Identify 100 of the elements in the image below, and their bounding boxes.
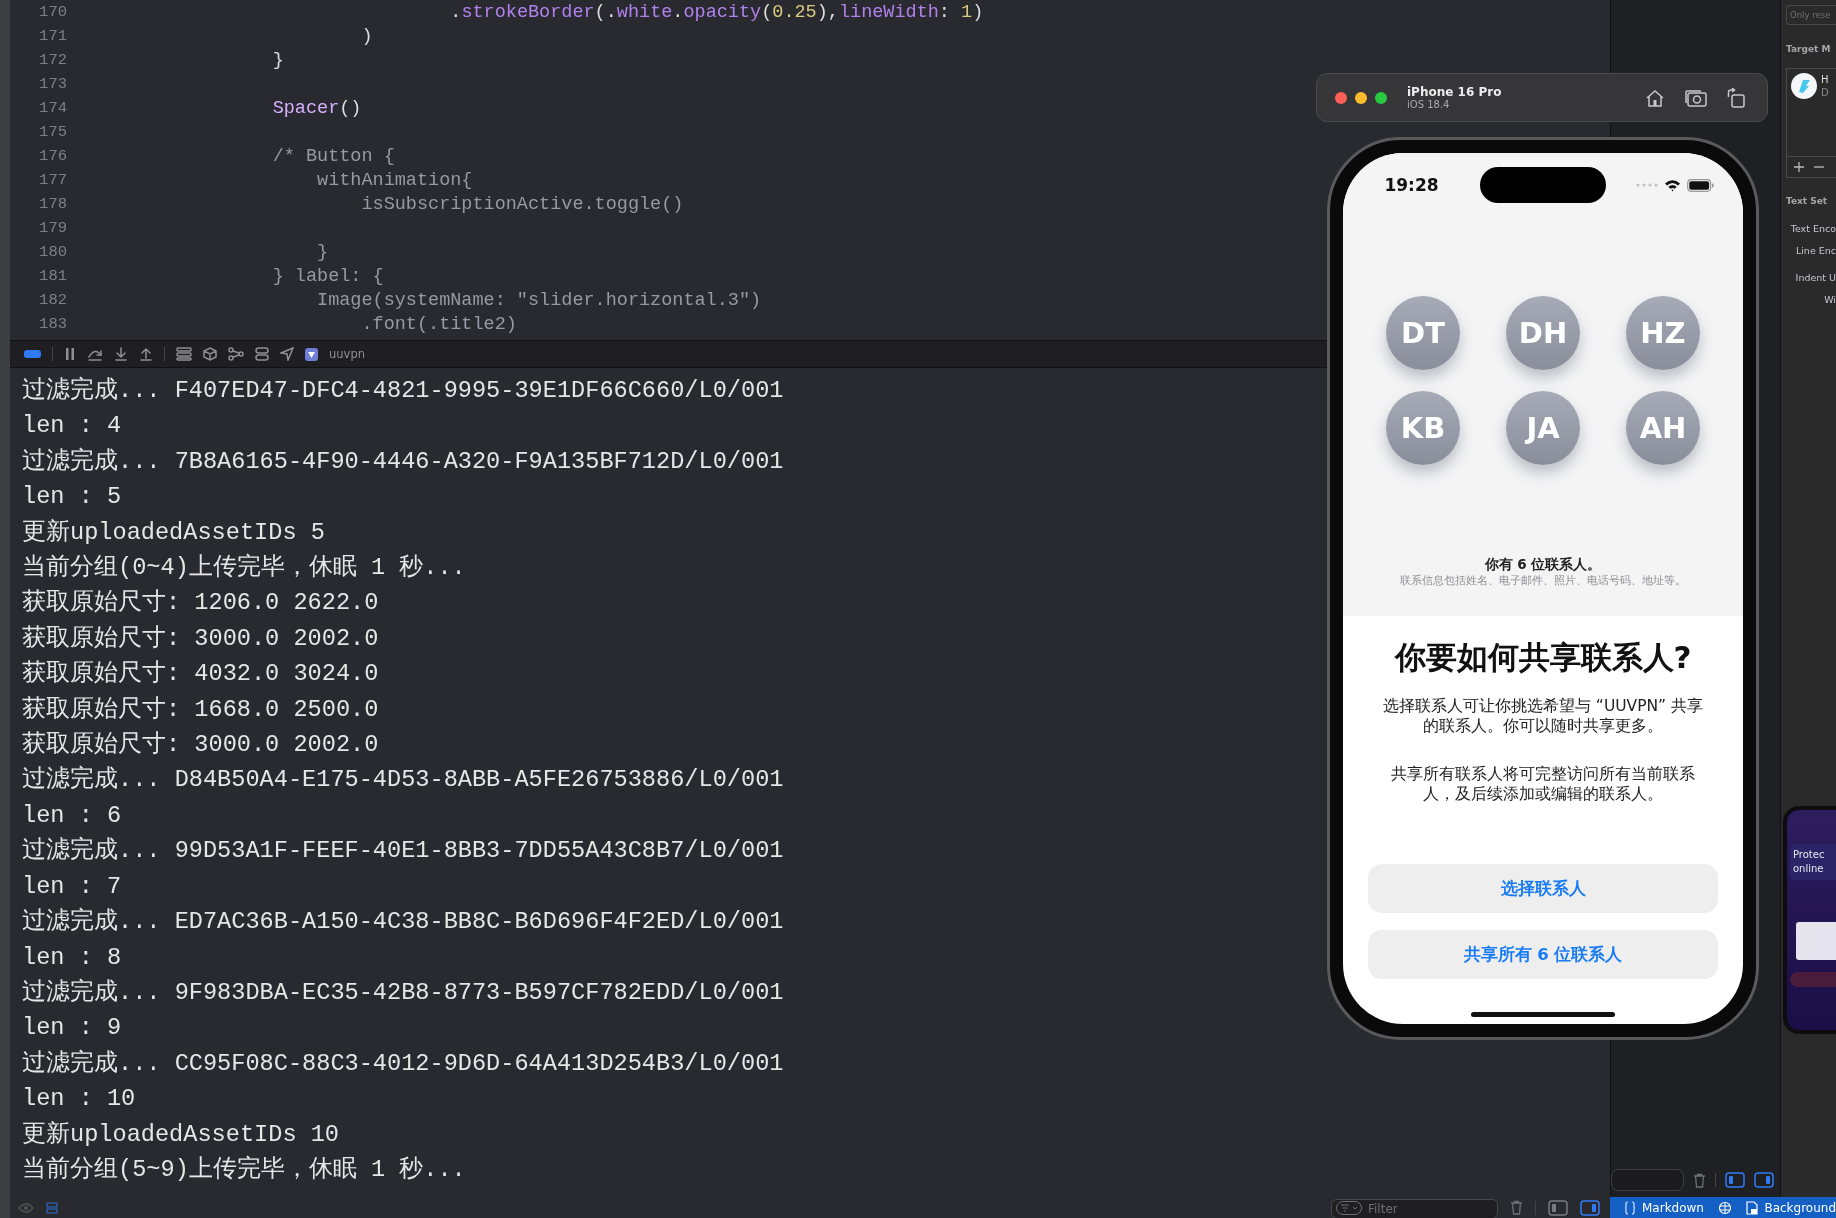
- line-number: 172: [38, 51, 67, 69]
- left-panel-icon[interactable]: [1725, 1172, 1745, 1188]
- sheet-title: 你要如何共享联系人?: [1394, 639, 1692, 675]
- console-line: 更新uploadedAssetIDs 10: [22, 1119, 339, 1150]
- target-name: H: [1821, 73, 1829, 86]
- close-button[interactable]: [1335, 91, 1347, 104]
- line-number: 178: [38, 195, 67, 213]
- share-option-button[interactable]: 共享所有 6 位联系人: [1368, 930, 1718, 979]
- app-icon: [305, 347, 318, 361]
- code-line: isSubscriptionActive.toggle(): [360, 193, 684, 215]
- contact-avatar: DT: [1386, 296, 1460, 370]
- console-line: len : 8: [22, 942, 122, 973]
- mode-label[interactable]: Background: [1764, 1200, 1836, 1215]
- step-out-icon[interactable]: [139, 347, 153, 361]
- console-line: 过滤完成... 9F983DBA-EC35-42B8-8773-B597CF782EDD/L0/001: [22, 977, 784, 1008]
- contact-avatar: HZ: [1626, 296, 1700, 370]
- contact-info-note: 联系信息包括姓名、电子邮件、照片、电话号码、地址等。: [1400, 573, 1686, 589]
- console-line: 过滤完成... D84B50A4-E175-4D53-8ABB-A5FE26753886/L0/001: [22, 764, 784, 796]
- line-number: 170: [38, 3, 67, 21]
- code-line: /* Button {: [271, 145, 395, 167]
- filter-field[interactable]: Filter: [1331, 1198, 1498, 1218]
- filter-field[interactable]: [1611, 1169, 1685, 1191]
- line-number: 174: [38, 99, 67, 117]
- contact-count: 你有 6 位联系人。: [1484, 555, 1602, 573]
- line-number: 171: [38, 27, 67, 45]
- signal-icon: [1635, 183, 1658, 187]
- console-line: 当前分组(0~4)上传完毕，休眠 1 秒...: [22, 552, 466, 584]
- setting-label: Indent U: [1795, 271, 1836, 285]
- console-line: 过滤完成... ED7AC36B-A150-4C38-BB8C-B6D696F4F2ED/L0/001: [22, 906, 784, 938]
- minimize-button[interactable]: [1355, 91, 1367, 104]
- right-panel-icon[interactable]: [1754, 1172, 1774, 1188]
- line-number: 175: [38, 123, 67, 141]
- console-line: 获取原始尺寸: 4032.0 3024.0: [22, 659, 379, 690]
- location-icon[interactable]: [280, 347, 294, 361]
- search-field[interactable]: Only rese: [1786, 5, 1836, 25]
- breakpoints-icon[interactable]: [24, 349, 41, 359]
- console-line: 获取原始尺寸: 1206.0 2622.0: [22, 588, 379, 619]
- console-line: 过滤完成... CC95F08C-88C3-4012-9D6D-64A413D254B3/L0/001: [22, 1048, 784, 1079]
- share-option-button[interactable]: 选择联系人: [1368, 864, 1718, 913]
- line-number: 179: [38, 219, 67, 237]
- add-icon[interactable]: [1794, 162, 1804, 172]
- preview-headline: online: [1793, 862, 1825, 876]
- setting-label: Wi: [1824, 293, 1836, 307]
- console-line: 过滤完成... 99D53A1F-FEEF-40E1-8BB3-7DD55A43C8B7/L0/001: [22, 835, 784, 867]
- view-hierarchy-icon[interactable]: [176, 347, 192, 361]
- braces-icon: [1624, 1200, 1636, 1215]
- line-number: 183: [38, 315, 67, 333]
- left-panel-icon[interactable]: [1548, 1199, 1568, 1216]
- code-line: ): [360, 25, 373, 47]
- code-line: Image(systemName: "slider.horizontal.3"): [316, 289, 762, 311]
- contact-avatar: DH: [1506, 296, 1580, 370]
- screenshot-icon[interactable]: [1685, 88, 1707, 107]
- console-line: len : 7: [22, 871, 122, 902]
- code-line: }: [316, 241, 329, 263]
- environment-icon[interactable]: [255, 347, 269, 361]
- setting-label: Text Enco: [1790, 222, 1836, 236]
- console-line: len : 5: [22, 482, 122, 513]
- console-line: len : 6: [22, 800, 122, 831]
- step-over-icon[interactable]: [87, 347, 103, 361]
- contact-avatar: JA: [1506, 391, 1580, 465]
- contact-avatar: KB: [1386, 391, 1460, 465]
- line-number: 182: [38, 291, 67, 309]
- section-title: Target M: [1786, 44, 1832, 56]
- language-label[interactable]: Markdown: [1642, 1200, 1704, 1215]
- code-line: .strokeBorder(.white.opacity(0.25),lineWidth: 1): [449, 1, 984, 23]
- target-label: uuvpn: [329, 347, 365, 361]
- line-number: 181: [38, 267, 67, 285]
- os-version: iOS 18.4: [1407, 99, 1451, 110]
- right-panel-icon[interactable]: [1580, 1199, 1600, 1216]
- code-line: } label: {: [271, 265, 384, 287]
- contact-avatar: AH: [1626, 391, 1700, 465]
- filter-icon[interactable]: [1336, 1200, 1362, 1215]
- console-line: 获取原始尺寸: 3000.0 2002.0: [22, 730, 379, 761]
- console-line: 获取原始尺寸: 1668.0 2500.0: [22, 694, 379, 725]
- description-text: 共享所有联系人将可完整访问所有当前联系人，及后续添加或编辑的联系人。: [1390, 764, 1696, 804]
- rotate-icon[interactable]: [1727, 87, 1745, 108]
- code-line: .font(.title2): [360, 313, 517, 335]
- target-detail: D: [1821, 86, 1829, 99]
- trash-icon[interactable]: [1693, 1172, 1707, 1188]
- console-line: len : 9: [22, 1013, 122, 1044]
- line-number: 177: [38, 171, 67, 189]
- network-icon[interactable]: [1718, 1200, 1733, 1215]
- zoom-button[interactable]: [1375, 91, 1387, 104]
- battery-icon: [1686, 178, 1714, 192]
- document-icon: [1746, 1200, 1759, 1215]
- line-number: 176: [38, 147, 67, 165]
- graph-icon[interactable]: [228, 347, 244, 361]
- console-line: 当前分组(5~9)上传完毕，休眠 1 秒...: [22, 1154, 466, 1185]
- console-line: 更新uploadedAssetIDs 5: [22, 517, 325, 548]
- console-line: 过滤完成... F407ED47-DFC4-4821-9995-39E1DF66C660/L0/001: [22, 375, 784, 406]
- trash-icon[interactable]: [1510, 1200, 1523, 1215]
- cube-icon[interactable]: [203, 347, 217, 361]
- code-line: Spacer(): [271, 97, 362, 119]
- code-line: withAnimation{: [316, 169, 473, 191]
- home-icon[interactable]: [1645, 88, 1665, 107]
- status-time: 19:28: [1384, 175, 1439, 195]
- device-name: iPhone 16 Pro: [1407, 85, 1502, 99]
- step-into-icon[interactable]: [114, 347, 128, 361]
- pause-icon[interactable]: [64, 347, 76, 361]
- app-icon[interactable]: [1791, 73, 1817, 99]
